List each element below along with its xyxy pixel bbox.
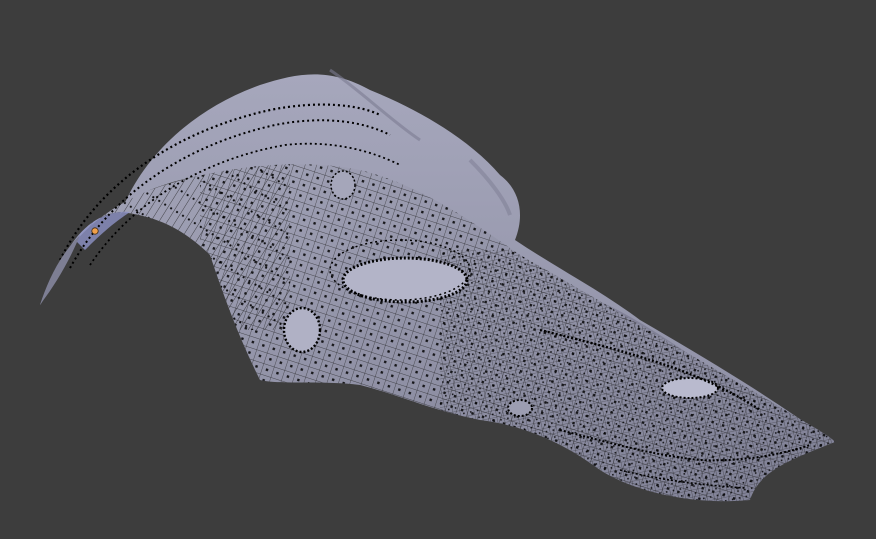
viewport-canvas[interactable] [0,0,876,539]
3d-viewport[interactable] [0,0,876,539]
active-vertex-icon[interactable] [91,227,99,235]
